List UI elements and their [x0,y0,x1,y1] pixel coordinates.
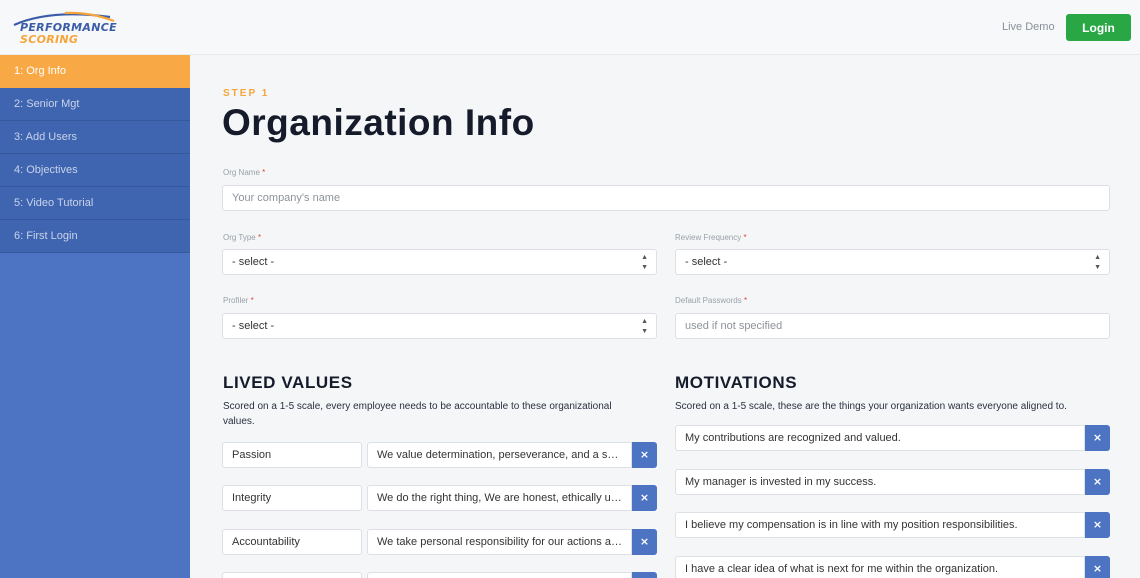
close-icon: × [1092,562,1103,575]
review-frequency-select[interactable]: - select - ▲ ▼ [675,249,1110,275]
close-icon: × [639,448,650,461]
profiler-label: Profiler * [223,296,254,305]
value-description-field[interactable]: We do the right thing, We are honest, et… [367,485,632,511]
review-frequency-value: - select - [685,256,728,268]
default-passwords-label: Default Passwords * [675,296,748,305]
value-description-field[interactable]: We take personal responsibility for our … [367,529,632,555]
org-name-label: Org Name * [223,168,266,177]
remove-value-button[interactable]: × [632,485,657,511]
sidebar-item-video-tutorial[interactable]: 5: Video Tutorial [0,187,190,220]
top-header: PERFORMANCE SCORING Live Demo Login [0,0,1140,55]
value-name-field[interactable] [222,572,362,578]
main-content: STEP 1 Organization Info Org Name * Org … [190,55,1140,578]
review-frequency-label: Review Frequency * [675,233,747,242]
motivation-field[interactable]: My manager is invested in my success. [675,469,1085,495]
select-arrow-icon: ▲ ▼ [641,254,648,271]
sidebar-item-first-login[interactable]: 6: First Login [0,220,190,253]
org-type-value: - select - [232,256,275,268]
lived-values-title: LIVED VALUES [223,373,353,392]
sidebar-item-org-info[interactable]: 1: Org Info [0,55,190,88]
select-arrow-icon: ▲ ▼ [641,318,648,335]
remove-motivation-button[interactable]: × [1085,556,1110,578]
motivations-title: MOTIVATIONS [675,373,798,392]
org-type-label: Org Type * [223,233,262,242]
performance-scoring-logo[interactable]: PERFORMANCE SCORING [10,11,132,46]
login-button[interactable]: Login [1066,14,1131,41]
remove-value-button[interactable] [632,572,657,578]
value-name-field[interactable]: Accountability [222,529,362,555]
motivation-field[interactable]: I have a clear idea of what is next for … [675,556,1085,578]
sidebar-item-objectives[interactable]: 4: Objectives [0,154,190,187]
motivation-field[interactable]: My contributions are recognized and valu… [675,425,1085,451]
org-name-input[interactable] [222,185,1110,211]
close-icon: × [1092,475,1103,488]
live-demo-link[interactable]: Live Demo [1002,21,1055,33]
profiler-select[interactable]: - select - ▲ ▼ [222,313,657,339]
logo-text-bottom: SCORING [20,33,79,46]
remove-motivation-button[interactable]: × [1085,469,1110,495]
select-arrow-icon: ▲ ▼ [1094,254,1101,271]
default-passwords-input[interactable] [675,313,1110,339]
sidebar-item-senior-mgt[interactable]: 2: Senior Mgt [0,88,190,121]
close-icon: × [639,535,650,548]
profiler-value: - select - [232,320,275,332]
sidebar-item-add-users[interactable]: 3: Add Users [0,121,190,154]
value-name-field[interactable]: Integrity [222,485,362,511]
value-description-field[interactable]: We value determination, perseverance, an… [367,442,632,468]
motivations-description: Scored on a 1-5 scale, these are the thi… [675,401,1067,412]
close-icon: × [1092,518,1103,531]
remove-motivation-button[interactable]: × [1085,512,1110,538]
remove-motivation-button[interactable]: × [1085,425,1110,451]
org-type-select[interactable]: - select - ▲ ▼ [222,249,657,275]
remove-value-button[interactable]: × [632,529,657,555]
close-icon: × [1092,431,1103,444]
page-title: Organization Info [222,102,535,143]
close-icon: × [639,491,650,504]
value-description-field[interactable] [367,572,632,578]
value-name-field[interactable]: Passion [222,442,362,468]
lived-values-description: Scored on a 1-5 scale, every employee ne… [223,401,612,427]
sidebar: 1: Org Info 2: Senior Mgt 3: Add Users 4… [0,55,190,578]
remove-value-button[interactable]: × [632,442,657,468]
motivation-field[interactable]: I believe my compensation is in line wit… [675,512,1085,538]
step-label: STEP 1 [223,88,270,99]
